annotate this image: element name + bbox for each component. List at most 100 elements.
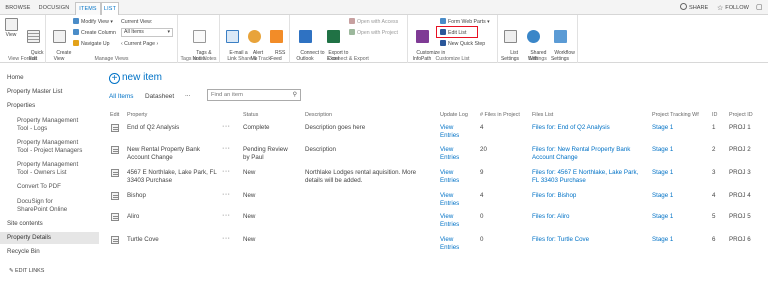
col-header-project-id[interactable]: Project ID — [729, 112, 753, 118]
cell-status: New — [243, 169, 256, 176]
current-view-select[interactable]: All Items ▾ — [121, 28, 173, 37]
item-menu-button[interactable]: ··· — [222, 145, 231, 152]
cell-property[interactable]: Bishop — [127, 192, 146, 200]
col-header-property[interactable]: Property — [127, 112, 147, 118]
cell-tracking[interactable]: Stage 1 — [652, 213, 673, 221]
view-datasheet[interactable]: Datasheet — [145, 93, 174, 100]
modify-view-button[interactable]: Modify View ▾ — [73, 18, 113, 26]
nav-convert-to-pdf[interactable]: Convert To PDF — [17, 183, 61, 191]
nav-recycle-bin[interactable]: Recycle Bin — [7, 248, 40, 256]
cell-id: 3 — [712, 169, 716, 176]
open-project-button[interactable]: Open with Project — [349, 29, 398, 37]
group-label-customize-list: Customize List — [435, 56, 470, 62]
nav-property-details[interactable]: Property Details — [7, 234, 51, 242]
nav-pmt-logs[interactable]: Property Management Tool - Logs — [17, 117, 78, 132]
edit-item-icon[interactable] — [111, 146, 119, 154]
cell-files-list[interactable]: Files for: 4567 E Northlake, Lake Park, … — [532, 169, 638, 185]
nav-home[interactable]: Home — [7, 74, 24, 82]
focus-content-icon[interactable]: ▢ — [756, 3, 763, 13]
ribbon-tab-bar: BROWSE DOCUSIGN ITEMS LIST SHARE ☆ FOLLOW… — [0, 0, 768, 15]
tab-browse[interactable]: BROWSE — [4, 2, 32, 15]
cell-update-log[interactable]: View Entries — [440, 192, 459, 208]
item-menu-button[interactable]: ··· — [222, 123, 231, 130]
cell-files-count: 4 — [480, 124, 484, 131]
group-customize-list: Customize in InfoPath Form Web Parts ▾ E… — [408, 15, 498, 63]
col-header-files-count[interactable]: # Files in Project — [480, 112, 520, 118]
follow-button[interactable]: ☆ FOLLOW — [717, 3, 749, 13]
col-header-tracking[interactable]: Project Tracking Wf — [652, 112, 699, 118]
cell-update-log[interactable]: View Entries — [440, 213, 459, 229]
group-manage-views: Create View Modify View ▾ Create Column … — [46, 15, 178, 63]
cell-status: Pending Review by Paul — [243, 146, 288, 161]
col-header-files-list[interactable]: Files List — [532, 112, 553, 118]
new-item-button[interactable]: + new item — [109, 72, 162, 84]
rss-icon — [269, 30, 283, 43]
col-header-update-log[interactable]: Update Log — [440, 112, 468, 118]
cell-files-list[interactable]: Files for: Bishop — [532, 192, 576, 200]
open-access-button[interactable]: Open with Access — [349, 18, 398, 26]
cell-property[interactable]: 4567 E Northlake, Lake Park, FL 33403 Pu… — [127, 169, 217, 185]
item-menu-button[interactable]: ··· — [222, 235, 231, 242]
more-views-button[interactable]: ... — [185, 91, 190, 98]
nav-pmt-owners-list[interactable]: Property Management Tool - Owners List — [17, 161, 78, 176]
new-quick-step-button[interactable]: New Quick Step — [440, 40, 485, 48]
nav-site-contents[interactable]: Site contents — [7, 220, 43, 228]
view-button[interactable]: View — [0, 18, 22, 38]
edit-item-icon[interactable] — [111, 124, 119, 132]
tab-list[interactable]: LIST — [101, 2, 119, 15]
nav-docusign[interactable]: DocuSign for SharePoint Online — [17, 198, 67, 213]
cell-update-log[interactable]: View Entries — [440, 169, 459, 185]
cell-property[interactable]: Turtle Cove — [127, 236, 159, 244]
edit-item-icon[interactable] — [111, 192, 119, 200]
cell-files-list[interactable]: Files for: New Rental Property Bank Acco… — [532, 146, 630, 162]
cell-files-count: 0 — [480, 213, 484, 220]
cell-update-log[interactable]: View Entries — [440, 236, 459, 252]
cell-property[interactable]: Aliro — [127, 213, 139, 221]
nav-property-master-list[interactable]: Property Master List — [7, 88, 62, 96]
cell-update-log[interactable]: View Entries — [440, 124, 459, 140]
edit-item-icon[interactable] — [111, 169, 119, 177]
navigate-up-button[interactable]: Navigate Up — [73, 40, 110, 48]
cell-property[interactable]: End of Q2 Analysis — [127, 124, 179, 132]
cell-update-log[interactable]: View Entries — [440, 146, 459, 162]
tab-items[interactable]: ITEMS — [75, 2, 101, 15]
tab-docusign[interactable]: DOCUSIGN — [36, 2, 72, 15]
item-menu-button[interactable]: ··· — [222, 191, 231, 198]
ribbon: View Quick Edit View Format Create View … — [0, 15, 768, 63]
col-header-description[interactable]: Description — [305, 112, 332, 118]
cell-tracking[interactable]: Stage 1 — [652, 236, 673, 244]
share-button[interactable]: SHARE — [680, 3, 708, 13]
cell-tracking[interactable]: Stage 1 — [652, 192, 673, 200]
col-header-status[interactable]: Status — [243, 112, 258, 118]
cell-property[interactable]: New Rental Property Bank Account Change — [127, 146, 200, 162]
cell-files-list[interactable]: Files for: Aliro — [532, 213, 569, 221]
cell-tracking[interactable]: Stage 1 — [652, 169, 673, 177]
cell-files-list[interactable]: Files for: End of Q2 Analysis — [532, 124, 610, 132]
project-icon — [349, 29, 355, 35]
create-column-button[interactable]: Create Column — [73, 29, 116, 37]
edit-links-button[interactable]: ✎ EDIT LINKS — [9, 268, 44, 274]
item-menu-button[interactable]: ··· — [222, 168, 231, 175]
cell-tracking[interactable]: Stage 1 — [652, 124, 673, 132]
edit-item-icon[interactable] — [111, 236, 119, 244]
form-web-parts-button[interactable]: Form Web Parts ▾ — [440, 18, 490, 26]
open-project-label: Open with Project — [357, 30, 398, 36]
item-menu-button[interactable]: ··· — [222, 212, 231, 219]
list-settings-icon — [503, 30, 517, 43]
nav-pmt-project-managers[interactable]: Property Management Tool - Project Manag… — [17, 139, 82, 154]
search-icon: ⚲ — [292, 92, 297, 98]
nav-properties[interactable]: Properties — [7, 102, 35, 110]
cell-project-id: PROJ 1 — [729, 124, 751, 131]
cell-tracking[interactable]: Stage 1 — [652, 146, 673, 154]
view-all-items[interactable]: All Items — [109, 93, 134, 100]
search-input[interactable]: Find an item ⚲ — [207, 89, 301, 101]
group-share-track: E-mail a Link Alert Me RSS Feed Share & … — [220, 15, 290, 63]
current-page-button[interactable]: ‹ Current Page › — [121, 40, 158, 48]
edit-links-label: EDIT LINKS — [15, 268, 45, 274]
col-header-id[interactable]: ID — [712, 112, 717, 118]
edit-item-icon[interactable] — [111, 213, 119, 221]
cell-description: Description goes here — [305, 124, 366, 131]
cell-files-list[interactable]: Files for: Turtle Cove — [532, 236, 589, 244]
access-icon — [349, 18, 355, 24]
workflow-icon — [553, 30, 567, 43]
